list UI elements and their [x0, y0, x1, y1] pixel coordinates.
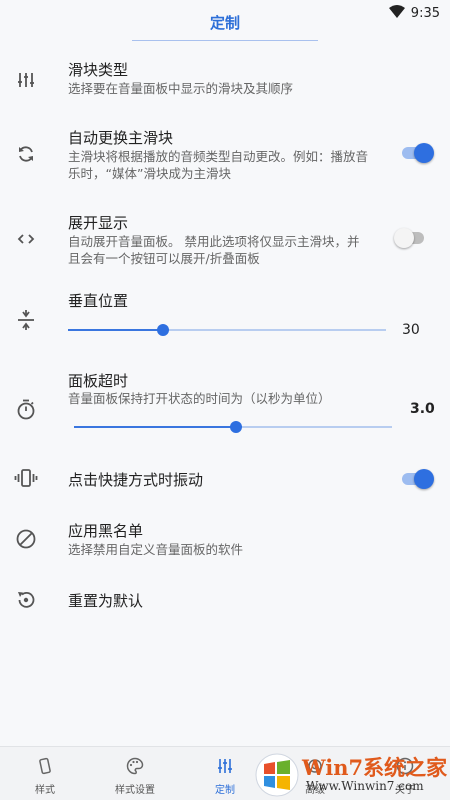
- auto-switch-toggle[interactable]: [400, 142, 434, 163]
- reset-icon: [14, 588, 38, 612]
- header: 定制: [0, 8, 450, 42]
- phone-style-icon: [35, 756, 55, 776]
- slider-value: 30: [402, 322, 420, 338]
- watermark-url: Www.Winwin7.com: [306, 779, 424, 793]
- timer-icon: [14, 398, 38, 422]
- panel-timeout-slider[interactable]: [74, 419, 392, 435]
- block-icon: [14, 527, 38, 551]
- setting-title: 应用黑名单: [68, 522, 144, 540]
- nav-label: 样式: [35, 785, 55, 796]
- slider-knob[interactable]: [157, 324, 170, 336]
- vertical-align-icon: [14, 308, 38, 332]
- setting-vibrate-on-shortcut[interactable]: 点击快捷方式时振动: [0, 465, 450, 493]
- vertical-position-slider[interactable]: [68, 322, 386, 338]
- setting-vertical-position: 垂直位置 30: [0, 288, 450, 343]
- nav-tab-style-settings[interactable]: 样式设置: [90, 747, 180, 800]
- windows-logo-icon: [254, 752, 300, 800]
- setting-description: 选择要在音量面板中显示的滑块及其顺序: [68, 81, 294, 96]
- setting-panel-timeout: 面板超时 音量面板保持打开状态的时间为（以秒为单位） 3.0: [0, 368, 450, 438]
- setting-reset-default[interactable]: 重置为默认: [0, 586, 450, 614]
- palette-icon: [125, 756, 145, 776]
- slider-knob[interactable]: [230, 421, 243, 433]
- setting-description: 主滑块将根据播放的音频类型自动更改。例如：播放音乐时，“媒体”滑块成为主滑块: [68, 149, 369, 181]
- setting-expand-display[interactable]: 展开显示 自动展开音量面板。 禁用此选项将仅显示主滑块，并且会有一个按钮可以展开…: [0, 210, 450, 270]
- setting-app-blacklist[interactable]: 应用黑名单 选择禁用自定义音量面板的软件: [0, 518, 450, 563]
- setting-title: 垂直位置: [68, 292, 129, 310]
- title-underline: [132, 40, 318, 41]
- watermark: Win7系统之家 Www.Winwin7.com: [252, 750, 450, 800]
- vibration-icon: [14, 466, 38, 490]
- slider-value: 3.0: [410, 401, 435, 417]
- sliders-icon: [14, 68, 38, 92]
- code-icon: [14, 227, 38, 251]
- expand-display-toggle[interactable]: [394, 227, 428, 248]
- nav-label: 样式设置: [115, 785, 155, 796]
- sync-icon: [14, 142, 38, 166]
- nav-tab-style[interactable]: 样式: [0, 747, 90, 800]
- setting-description: 音量面板保持打开状态的时间为（以秒为单位）: [68, 391, 331, 406]
- page-title: 定制: [209, 14, 240, 32]
- setting-title: 面板超时: [68, 372, 129, 390]
- setting-title: 展开显示: [68, 214, 129, 232]
- vibrate-toggle[interactable]: [400, 468, 434, 489]
- setting-auto-switch[interactable]: 自动更换主滑块 主滑块将根据播放的音频类型自动更改。例如：播放音乐时，“媒体”滑…: [0, 125, 450, 185]
- sliders-icon: [215, 756, 235, 776]
- watermark-brand: Win7系统之家: [302, 755, 448, 780]
- setting-slider-type[interactable]: 滑块类型 选择要在音量面板中显示的滑块及其顺序: [0, 55, 450, 105]
- setting-title: 点击快捷方式时振动: [68, 471, 204, 489]
- setting-title: 滑块类型: [68, 61, 129, 79]
- setting-description: 选择禁用自定义音量面板的软件: [68, 542, 244, 557]
- setting-description: 自动展开音量面板。 禁用此选项将仅显示主滑块，并且会有一个按钮可以展开/折叠面板: [68, 234, 360, 266]
- setting-title: 重置为默认: [68, 592, 144, 610]
- setting-title: 自动更换主滑块: [68, 129, 174, 147]
